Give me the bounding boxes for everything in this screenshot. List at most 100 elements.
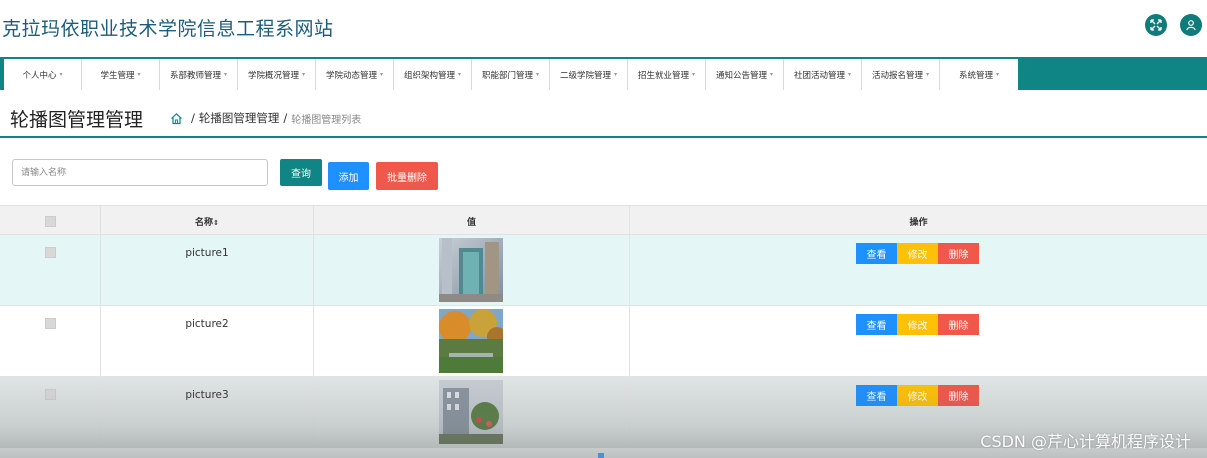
nav-item-notices[interactable]: 通知公告管理 ▾ xyxy=(706,59,784,90)
carousel-image-thumbnail[interactable] xyxy=(439,238,503,302)
query-button[interactable]: 查询 xyxy=(280,159,322,186)
nav-item-label: 活动报名管理 xyxy=(871,70,923,81)
nav-item-label: 个人中心 xyxy=(22,70,57,81)
chevron-down-icon: ▾ xyxy=(692,71,696,78)
home-icon[interactable] xyxy=(170,112,183,125)
nav-item-college-news[interactable]: 学院动态管理 ▾ xyxy=(316,59,394,90)
search-input[interactable] xyxy=(12,159,268,186)
site-title: 克拉玛依职业技术学院信息工程系网站 xyxy=(2,18,334,40)
chevron-down-icon: ▾ xyxy=(224,71,228,78)
edit-button[interactable]: 修改 xyxy=(897,314,938,335)
chevron-down-icon: ▾ xyxy=(380,71,384,78)
chevron-down-icon: ▾ xyxy=(996,71,1000,78)
row-name-cell: picture2 xyxy=(101,306,314,376)
header-name-cell[interactable]: 名称⇕ xyxy=(101,206,314,234)
sort-icon[interactable]: ⇕ xyxy=(213,219,219,227)
chevron-down-icon: ▾ xyxy=(848,71,852,78)
row-checkbox[interactable] xyxy=(45,247,56,258)
nav-item-label: 学院概况管理 xyxy=(247,70,299,81)
chevron-down-icon: ▾ xyxy=(302,71,306,78)
row-name-cell: picture1 xyxy=(101,235,314,305)
nav-item-personal-center[interactable]: 个人中心 ▾ xyxy=(4,59,82,90)
breadcrumb-current: 轮播图管理列表 xyxy=(291,114,362,126)
main-nav: 个人中心 ▾ 学生管理 ▾ 系部教师管理 ▾ 学院概况管理 ▾ 学院动态管理 ▾ 组织架构… xyxy=(0,57,1207,90)
carousel-image-thumbnail[interactable] xyxy=(439,309,503,373)
scroll-indicator xyxy=(598,453,604,458)
edit-button[interactable]: 修改 xyxy=(897,243,938,264)
breadcrumb-parent[interactable]: 轮播图管理管理 xyxy=(199,110,280,126)
row-actions: 查看 修改 删除 xyxy=(856,314,979,335)
nav-item-admissions[interactable]: 招生就业管理 ▾ xyxy=(628,59,706,90)
carousel-image-thumbnail[interactable] xyxy=(439,380,503,444)
nav-menu: 个人中心 ▾ 学生管理 ▾ 系部教师管理 ▾ 学院概况管理 ▾ 学院动态管理 ▾ 组织架构… xyxy=(4,59,1018,90)
table-row: picture2 查看 修改 删除 xyxy=(0,306,1207,377)
row-actions-cell: 查看 修改 删除 xyxy=(630,235,1207,305)
nav-item-label: 通知公告管理 xyxy=(715,70,767,81)
row-name: picture2 xyxy=(185,318,229,330)
nav-item-secondary-colleges[interactable]: 二级学院管理 ▾ xyxy=(550,59,628,90)
nav-item-label: 职能部门管理 xyxy=(481,70,533,81)
nav-item-teachers[interactable]: 系部教师管理 ▾ xyxy=(160,59,238,90)
header-name-label-wrap: 名称⇕ xyxy=(101,215,313,228)
header-actions-cell: 操作 xyxy=(630,206,1207,234)
chevron-down-icon: ▾ xyxy=(137,71,141,78)
row-checkbox-cell xyxy=(0,306,101,376)
nav-item-label: 招生就业管理 xyxy=(637,70,689,81)
row-actions: 查看 修改 删除 xyxy=(856,385,979,406)
nav-item-label: 系统管理 xyxy=(958,70,993,81)
row-value-cell xyxy=(314,377,630,447)
nav-item-label: 学院动态管理 xyxy=(325,70,377,81)
add-button[interactable]: 添加 xyxy=(328,162,369,190)
chevron-down-icon: ▾ xyxy=(536,71,540,78)
site-header: 克拉玛依职业技术学院信息工程系网站 xyxy=(0,0,1207,57)
view-button[interactable]: 查看 xyxy=(856,385,897,406)
nav-item-org-structure[interactable]: 组织架构管理 ▾ xyxy=(394,59,472,90)
nav-item-label: 学生管理 xyxy=(100,70,135,81)
chevron-down-icon: ▾ xyxy=(926,71,930,78)
row-name-cell: picture3 xyxy=(101,377,314,447)
row-checkbox-cell xyxy=(0,377,101,447)
nav-item-label: 组织架构管理 xyxy=(403,70,455,81)
row-value-cell xyxy=(314,235,630,305)
view-button[interactable]: 查看 xyxy=(856,314,897,335)
nav-item-label: 社团活动管理 xyxy=(793,70,845,81)
nav-item-college-overview[interactable]: 学院概况管理 ▾ xyxy=(238,59,316,90)
nav-item-system[interactable]: 系统管理 ▾ xyxy=(940,59,1018,90)
table-header-row: 名称⇕ 值 操作 xyxy=(0,205,1207,235)
breadcrumb: / 轮播图管理管理 / 轮播图管理列表 xyxy=(170,110,361,126)
select-all-checkbox[interactable] xyxy=(45,216,56,227)
header-value-label: 值 xyxy=(466,218,476,228)
row-actions-cell: 查看 修改 删除 xyxy=(630,306,1207,376)
row-actions: 查看 修改 删除 xyxy=(856,243,979,264)
row-checkbox[interactable] xyxy=(45,318,56,329)
delete-button[interactable]: 删除 xyxy=(938,243,979,264)
row-name: picture1 xyxy=(185,247,229,259)
view-button[interactable]: 查看 xyxy=(856,243,897,264)
chevron-down-icon: ▾ xyxy=(59,71,63,78)
nav-item-club-activities[interactable]: 社团活动管理 ▾ xyxy=(784,59,862,90)
breadcrumb-separator: / xyxy=(283,111,288,125)
row-checkbox[interactable] xyxy=(45,389,56,400)
row-name: picture3 xyxy=(185,389,229,401)
fullscreen-icon[interactable] xyxy=(1145,14,1167,36)
chevron-down-icon: ▾ xyxy=(614,71,618,78)
table-row: picture1 查看 修改 删除 xyxy=(0,235,1207,306)
nav-item-label: 二级学院管理 xyxy=(559,70,611,81)
page-title: 轮播图管理管理 xyxy=(10,109,144,131)
header-name-label: 名称 xyxy=(195,218,214,228)
delete-button[interactable]: 删除 xyxy=(938,314,979,335)
header-checkbox-cell xyxy=(0,206,101,234)
delete-button[interactable]: 删除 xyxy=(938,385,979,406)
user-icon[interactable] xyxy=(1180,14,1202,36)
nav-item-label: 系部教师管理 xyxy=(169,70,221,81)
chevron-down-icon: ▾ xyxy=(458,71,462,78)
nav-item-departments[interactable]: 职能部门管理 ▾ xyxy=(472,59,550,90)
bulk-delete-button[interactable]: 批量删除 xyxy=(376,162,438,190)
header-actions-label: 操作 xyxy=(909,218,928,228)
chevron-down-icon: ▾ xyxy=(770,71,774,78)
row-value-cell xyxy=(314,306,630,376)
edit-button[interactable]: 修改 xyxy=(897,385,938,406)
page-titlebar: 轮播图管理管理 / 轮播图管理管理 / 轮播图管理列表 xyxy=(0,96,1207,138)
nav-item-students[interactable]: 学生管理 ▾ xyxy=(82,59,160,90)
nav-item-activity-signup[interactable]: 活动报名管理 ▾ xyxy=(862,59,940,90)
